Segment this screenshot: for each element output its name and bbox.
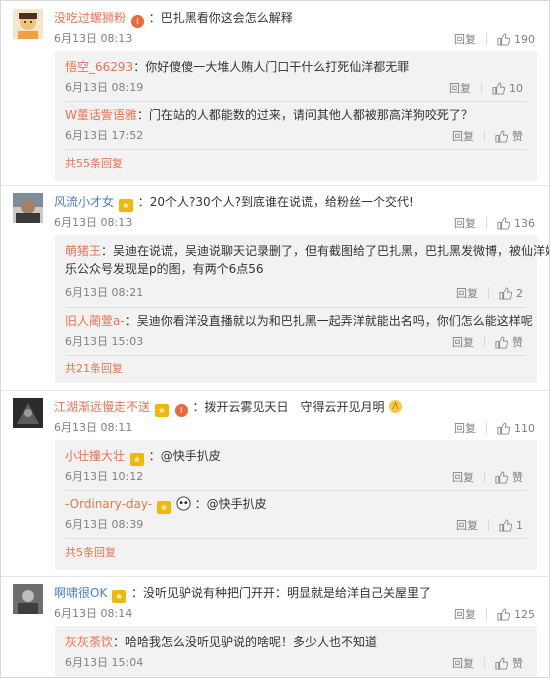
vip-badge-icon: I [174, 404, 188, 417]
like-count: 赞 [512, 130, 523, 143]
comment-date: 6月13日 08:13 [54, 32, 133, 45]
reply-button[interactable]: 回复 [450, 606, 486, 622]
thumb-up-icon [499, 518, 512, 532]
reply-button[interactable]: 回复 [450, 31, 486, 47]
thumb-up-icon [495, 335, 508, 349]
more-replies-link[interactable]: 共55条回复 [65, 157, 123, 171]
reply-date: 6月13日 08:21 [65, 286, 144, 299]
thumb-up-icon [492, 81, 505, 95]
reply-button[interactable]: 回复 [448, 334, 484, 350]
comment-text: 巴扎黑看你这会怎么解释 [160, 11, 293, 25]
avatar[interactable] [13, 9, 43, 39]
thumb-up-icon [497, 216, 510, 230]
like-count: 2 [516, 286, 523, 300]
avatar[interactable] [13, 193, 43, 223]
clapping-emoji-icon [389, 399, 403, 414]
reply-text-cont: 乐公众号发现是p的图，有两个6点56 [65, 262, 264, 276]
reply-button[interactable]: 回复 [448, 655, 484, 671]
comment-date: 6月13日 08:11 [54, 421, 133, 434]
comment-text: 拨开云雾见天日 守得云开见月明 [204, 400, 385, 414]
medal-badge-icon: ★ [129, 453, 144, 466]
panda-emoji-icon [176, 496, 191, 511]
like-count: 赞 [512, 336, 523, 349]
like-button[interactable]: 110 [497, 422, 535, 435]
reply-date: 6月13日 10:12 [65, 470, 144, 483]
medal-badge-icon: ★ [118, 199, 133, 212]
reply-username[interactable]: 灰灰荼饮 [65, 635, 113, 649]
reply-box: 萌猪王：吴迪在说谎，吴迪说聊天记录删了，但有截图给了巴扎黑，巴扎黑发微博，被仙洋… [55, 235, 549, 383]
reply-username[interactable]: 小壮撞大壮 [65, 449, 125, 463]
thumb-up-icon [497, 421, 510, 435]
reply-username[interactable]: W董话訾语雅 [65, 108, 137, 122]
thumb-up-icon [499, 286, 512, 300]
like-count: 赞 [512, 471, 523, 484]
avatar[interactable] [13, 584, 43, 614]
thumb-up-icon [495, 656, 508, 670]
reply-date: 6月13日 15:03 [65, 335, 144, 348]
like-button[interactable]: 赞 [495, 469, 523, 485]
reply-text: 吴迪在说谎，吴迪说聊天记录删了，但有截图给了巴扎黑，巴扎黑发微博，被仙洋娱 [113, 244, 550, 258]
reply-text: 门在站的人都能数的过来，请问其他人都被那高洋狗咬死了？ [148, 108, 473, 122]
comment-username[interactable]: 没吃过螺狮粉 [54, 11, 126, 25]
like-button[interactable]: 赞 [495, 334, 523, 350]
reply-username[interactable]: -Ordinary-day- [65, 497, 152, 511]
reply-button[interactable]: 回复 [448, 469, 484, 485]
like-button[interactable]: 10 [492, 82, 523, 95]
like-count: 110 [514, 421, 535, 435]
medal-badge-icon: ★ [154, 404, 169, 417]
reply-date: 6月13日 15:04 [65, 656, 144, 669]
like-count: 125 [514, 607, 535, 621]
reply-text: @快手扒皮 [206, 497, 267, 511]
like-button[interactable]: 1 [499, 519, 523, 532]
reply-box: 灰灰荼饮：哈哈我怎么没听见驴说的啥呢！多少人也不知道 6月13日 15:04 回… [55, 626, 537, 677]
comment-username[interactable]: 江湖渐远慢走不送 [54, 400, 150, 414]
like-count: 190 [514, 32, 535, 46]
reply-button[interactable]: 回复 [448, 128, 484, 144]
reply-username[interactable]: 悟空_66293 [65, 60, 133, 74]
comment-date: 6月13日 08:13 [54, 216, 133, 229]
reply-button[interactable]: 回复 [452, 285, 488, 301]
comment-list: 没吃过螺狮粉 I ：巴扎黑看你这会怎么解释 6月13日 08:13 回复 190… [0, 0, 550, 678]
reply-text: 吴迪你看洋没直播就以为和巴扎黑一起弄洋就能出名吗，你们怎么能这样呢 [136, 314, 533, 328]
comment-username[interactable]: 啊啸很OK [54, 586, 107, 600]
thumb-up-icon [497, 32, 510, 46]
reply-username[interactable]: 旧人蔺萱a- [65, 314, 125, 328]
thumb-up-icon [495, 129, 508, 143]
thumb-up-icon [495, 470, 508, 484]
like-button[interactable]: 125 [497, 608, 535, 621]
comment-text: 没听见驴说有种把门开开：明显就是给洋自己关屋里了 [143, 586, 432, 600]
vip-badge-icon: I [130, 15, 144, 28]
more-replies-link[interactable]: 共5条回复 [65, 546, 116, 560]
like-button[interactable]: 赞 [495, 128, 523, 144]
like-button[interactable]: 190 [497, 33, 535, 46]
comment-username[interactable]: 风流小才女 [54, 195, 114, 209]
reply-date: 6月13日 08:39 [65, 518, 144, 531]
like-button[interactable]: 2 [499, 287, 523, 300]
reply-text: 你好傻傻一大堆人贿人门口干什么打死仙洋都无罪 [145, 60, 410, 74]
medal-badge-icon: ★ [156, 501, 171, 514]
thumb-up-icon [497, 607, 510, 621]
comment-text: 20个人?30个人?到底谁在说谎，给粉丝一个交代! [149, 195, 414, 209]
like-count: 10 [509, 81, 523, 95]
like-count: 1 [516, 518, 523, 532]
like-count: 赞 [512, 657, 523, 670]
like-button[interactable]: 136 [497, 217, 535, 230]
reply-button[interactable]: 回复 [445, 80, 481, 96]
like-count: 136 [514, 216, 535, 230]
reply-text: @快手扒皮 [160, 449, 221, 463]
like-button[interactable]: 赞 [495, 655, 523, 671]
more-replies-link[interactable]: 共21条回复 [65, 362, 123, 376]
reply-text: 哈哈我怎么没听见驴说的啥呢！多少人也不知道 [125, 635, 378, 649]
reply-date: 6月13日 08:19 [65, 81, 144, 94]
reply-box: 悟空_66293：你好傻傻一大堆人贿人门口干什么打死仙洋都无罪 6月13日 08… [55, 51, 537, 181]
reply-username[interactable]: 萌猪王 [65, 244, 101, 258]
reply-date: 6月13日 17:52 [65, 129, 144, 142]
reply-button[interactable]: 回复 [450, 420, 486, 436]
reply-box: 小壮撞大壮 ★ ：@快手扒皮 6月13日 10:12 回复 赞 -Ordinar… [55, 440, 537, 570]
medal-badge-icon: ★ [112, 590, 127, 603]
comment-date: 6月13日 08:14 [54, 607, 133, 620]
avatar[interactable] [13, 398, 43, 428]
reply-button[interactable]: 回复 [452, 517, 488, 533]
reply-button[interactable]: 回复 [450, 215, 486, 231]
